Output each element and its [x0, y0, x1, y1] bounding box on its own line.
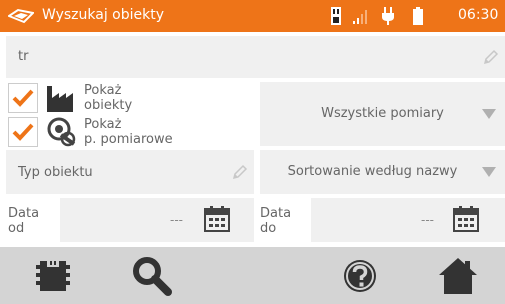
app-logo-icon — [8, 8, 34, 24]
date-from-value: --- — [170, 213, 183, 227]
home-icon — [439, 258, 477, 294]
measurements-dropdown-value: Wszystkie pomiary — [321, 106, 444, 121]
battery-icon — [413, 7, 423, 25]
sort-dropdown[interactable]: Sortowanie według nazwy — [260, 150, 505, 194]
search-input[interactable]: tr — [6, 36, 505, 78]
show-objects-label-line1: Pokaż — [84, 83, 122, 98]
search-button[interactable] — [118, 247, 198, 304]
dropdown-arrow-icon — [482, 109, 496, 119]
bottom-toolbar — [0, 247, 505, 304]
date-to-field[interactable]: --- — [311, 198, 505, 242]
date-to-value: --- — [421, 213, 434, 227]
power-plug-icon — [382, 7, 394, 25]
signal-strength-icon — [353, 10, 367, 24]
status-bar: Wyszukaj obiekty 06:30 — [0, 0, 505, 32]
object-type-placeholder: Typ obiektu — [18, 165, 93, 180]
date-to-label: Data do — [260, 206, 291, 236]
measurement-point-icon — [47, 117, 76, 147]
checkmark-icon — [12, 123, 34, 141]
show-points-label-line2: p. pomiarowe — [84, 132, 173, 147]
show-measurement-points-label: Pokaż p. pomiarowe — [84, 117, 173, 147]
show-objects-label: Pokaż obiekty — [84, 83, 132, 113]
search-icon — [133, 257, 172, 296]
sd-card-icon — [331, 7, 341, 25]
pencil-icon — [232, 164, 248, 180]
search-input-value: tr — [18, 49, 29, 64]
date-from-field[interactable]: --- — [60, 198, 254, 242]
date-to-label-line1: Data — [260, 206, 292, 221]
calendar-icon[interactable] — [203, 205, 231, 233]
dropdown-arrow-icon — [482, 167, 496, 177]
date-from-label: Data od — [8, 206, 39, 236]
sort-dropdown-value: Sortowanie według nazwy — [287, 164, 458, 179]
help-icon — [344, 260, 376, 292]
show-objects-label-line2: obiekty — [84, 98, 133, 113]
factory-icon — [47, 86, 73, 112]
measurements-dropdown[interactable]: Wszystkie pomiary — [260, 82, 505, 146]
date-from-label-line2: od — [8, 221, 25, 236]
pencil-icon — [483, 49, 499, 65]
date-to-label-line2: do — [260, 221, 277, 236]
show-measurement-points-checkbox[interactable] — [8, 117, 38, 147]
help-button[interactable] — [320, 247, 400, 304]
calendar-icon[interactable] — [452, 205, 480, 233]
show-points-label-line1: Pokaż — [84, 117, 122, 132]
object-type-input[interactable]: Typ obiektu — [6, 150, 254, 194]
memory-icon — [36, 261, 70, 291]
show-objects-checkbox[interactable] — [8, 83, 38, 113]
clock: 06:30 — [458, 7, 499, 23]
checkmark-icon — [12, 89, 34, 107]
home-button[interactable] — [418, 247, 498, 304]
page-title: Wyszukaj obiekty — [42, 7, 165, 23]
memory-button[interactable] — [14, 247, 94, 304]
date-from-label-line1: Data — [8, 206, 40, 221]
